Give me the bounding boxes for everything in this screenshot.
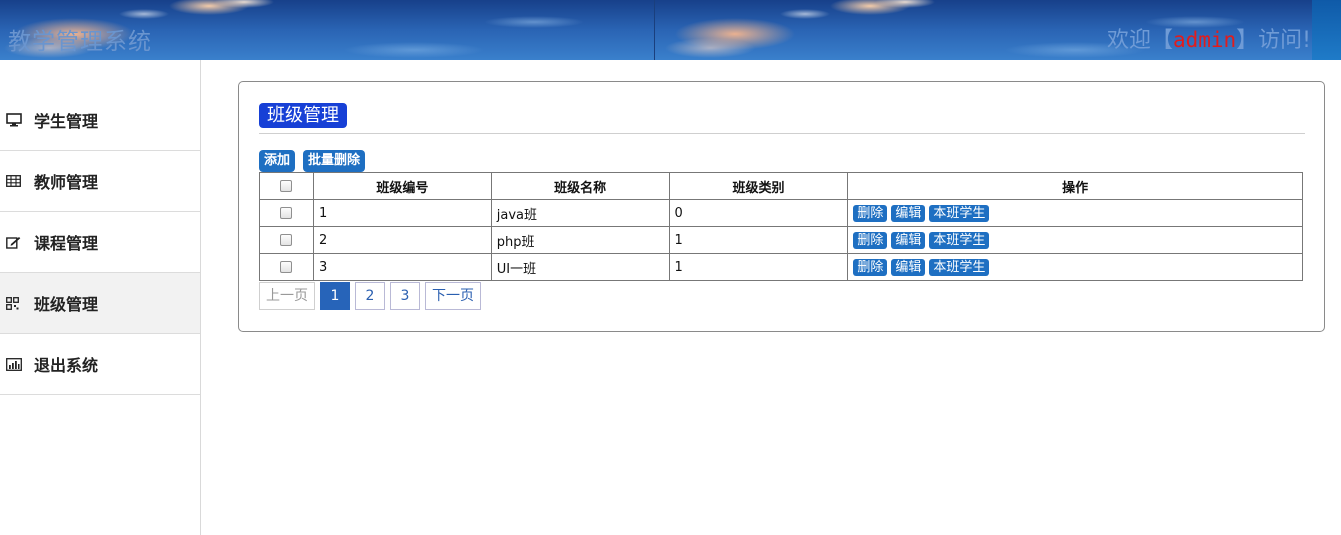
column-header-id: 班级编号	[312, 172, 492, 200]
welcome-suffix: 】访问!	[1236, 28, 1311, 53]
row-select-cell	[259, 253, 314, 281]
header-banner: 教学管理系统 欢迎【admin】访问!	[0, 0, 1341, 60]
class-students-button[interactable]: 本班学生	[929, 258, 990, 276]
delete-button[interactable]: 删除	[853, 258, 888, 276]
page-title: 班级管理	[259, 103, 347, 128]
add-button[interactable]: 添加	[259, 150, 296, 172]
page-button-1[interactable]: 1	[320, 282, 350, 310]
current-user: admin	[1172, 28, 1237, 52]
qrcode-icon	[6, 295, 28, 311]
column-header-name: 班级名称	[490, 172, 670, 200]
class-category-cell: 1	[668, 253, 849, 281]
row-checkbox[interactable]	[280, 234, 293, 246]
table-row: 2 php班 1 删除 编辑 本班学生	[259, 226, 1303, 254]
sidebar: 学生管理 教师管理 课程管理 班级管理 退出系统	[0, 60, 201, 535]
class-name-cell: java班	[490, 199, 670, 227]
actions-cell: 删除 编辑 本班学生	[847, 199, 1303, 227]
edit-icon	[6, 234, 28, 250]
row-checkbox[interactable]	[280, 207, 293, 219]
actions-cell: 删除 编辑 本班学生	[847, 226, 1303, 254]
page-button-3[interactable]: 3	[390, 282, 420, 310]
delete-button[interactable]: 删除	[853, 231, 888, 249]
class-students-button[interactable]: 本班学生	[929, 231, 990, 249]
sidebar-item-logout[interactable]: 退出系统	[0, 334, 200, 395]
edit-button[interactable]: 编辑	[891, 258, 926, 276]
class-category-cell: 1	[668, 226, 849, 254]
sidebar-item-courses[interactable]: 课程管理	[0, 212, 200, 273]
class-id-cell: 2	[312, 226, 492, 254]
sidebar-item-label: 课程管理	[34, 234, 99, 253]
sky-background	[1312, 0, 1341, 60]
sidebar-item-label: 退出系统	[34, 356, 99, 375]
page-button-2[interactable]: 2	[355, 282, 385, 310]
class-table: 班级编号 班级名称 班级类别 操作 1 java班 0 删除 编辑 本班学生 2	[259, 172, 1303, 281]
class-management-panel: 班级管理 添加 批量删除 班级编号 班级名称 班级类别 操作 1 java班 0	[238, 81, 1325, 332]
batch-delete-button[interactable]: 批量删除	[303, 150, 366, 172]
column-header-category: 班级类别	[668, 172, 849, 200]
table-row: 3 UI一班 1 删除 编辑 本班学生	[259, 253, 1303, 281]
edit-button[interactable]: 编辑	[891, 204, 926, 222]
toolbar: 添加 批量删除	[259, 150, 366, 172]
edit-button[interactable]: 编辑	[891, 231, 926, 249]
table-header-row: 班级编号 班级名称 班级类别 操作	[259, 172, 1303, 200]
select-all-checkbox[interactable]	[280, 180, 293, 192]
system-title: 教学管理系统	[8, 29, 152, 55]
row-checkbox[interactable]	[280, 261, 293, 273]
select-all-cell	[259, 172, 314, 200]
sidebar-item-label: 教师管理	[34, 173, 99, 192]
table-icon	[6, 173, 28, 189]
column-header-actions: 操作	[847, 172, 1303, 200]
class-category-cell: 0	[668, 199, 849, 227]
sidebar-item-label: 班级管理	[34, 295, 99, 314]
panel-header: 班级管理	[259, 103, 1305, 134]
next-page-button[interactable]: 下一页	[425, 282, 481, 310]
sidebar-item-students[interactable]: 学生管理	[0, 60, 200, 151]
prev-page-button[interactable]: 上一页	[259, 282, 315, 310]
sidebar-item-teachers[interactable]: 教师管理	[0, 151, 200, 212]
class-name-cell: php班	[490, 226, 670, 254]
actions-cell: 删除 编辑 本班学生	[847, 253, 1303, 281]
sidebar-item-classes[interactable]: 班级管理	[0, 273, 200, 334]
welcome-prefix: 欢迎【	[1106, 28, 1173, 53]
table-row: 1 java班 0 删除 编辑 本班学生	[259, 199, 1303, 227]
sidebar-item-label: 学生管理	[34, 112, 99, 131]
monitor-icon	[6, 112, 28, 128]
welcome-message: 欢迎【admin】访问!	[1107, 22, 1311, 54]
delete-button[interactable]: 删除	[853, 204, 888, 222]
row-select-cell	[259, 226, 314, 254]
bar-chart-icon	[6, 356, 28, 372]
row-select-cell	[259, 199, 314, 227]
class-id-cell: 3	[312, 253, 492, 281]
pagination: 上一页 1 2 3 下一页	[259, 282, 481, 310]
class-name-cell: UI一班	[490, 253, 670, 281]
class-id-cell: 1	[312, 199, 492, 227]
class-students-button[interactable]: 本班学生	[929, 204, 990, 222]
